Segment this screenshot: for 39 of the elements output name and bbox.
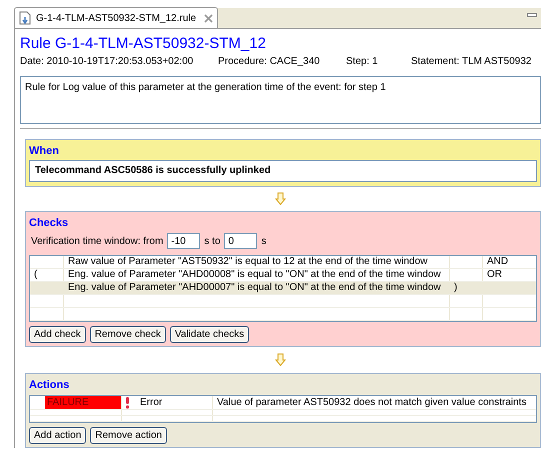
severity-text: Error bbox=[140, 396, 162, 409]
field-label: Verification time window: from bbox=[31, 234, 164, 248]
down-arrow-icon bbox=[275, 192, 286, 206]
exclamation-icon bbox=[125, 396, 130, 408]
table-cell: ( bbox=[30, 269, 64, 281]
table-cell: ) bbox=[450, 282, 483, 294]
condition-field: Telecommand ASC50586 is successfully uplinked bbox=[29, 160, 537, 182]
action-button[interactable]: Remove action bbox=[90, 427, 167, 444]
table-cell: Eng. value of Parameter "AHD00007" is equal to "ON" at the end of the time window bbox=[64, 282, 450, 294]
status-label: FAILURE bbox=[45, 396, 121, 409]
section-heading: Actions bbox=[29, 378, 70, 392]
from-field[interactable]: -10 bbox=[167, 233, 200, 249]
unit-label: s bbox=[261, 234, 266, 248]
table-cell-text: OR bbox=[486, 269, 503, 281]
table-cell-text: Value of parameter AST50932 does not match given value constraints bbox=[216, 396, 528, 409]
info-text: Step: 1 bbox=[346, 56, 379, 68]
minimize-icon[interactable] bbox=[527, 13, 537, 17]
action-button[interactable]: Validate checks bbox=[170, 326, 250, 343]
section-heading: Checks bbox=[29, 216, 70, 230]
down-arrow-icon bbox=[275, 353, 286, 367]
table-cell: Eng. value of Parameter "AHD00008" is equal to "ON" at the end of the time window bbox=[64, 269, 450, 281]
info-text: Statement: TLM AST50932 bbox=[411, 56, 532, 68]
table-row[interactable]: Raw value of Parameter "AST50932" is equal to 12 at the end of the time window AND bbox=[30, 256, 536, 269]
close-icon[interactable] bbox=[204, 14, 214, 22]
section-heading: When bbox=[29, 144, 60, 158]
document-icon bbox=[19, 11, 32, 25]
table-cell-text: AND bbox=[486, 256, 510, 268]
table-row[interactable]: Eng. value of Parameter "AHD00007" is equal to "ON" at the end of the time window ) bbox=[30, 282, 536, 295]
info-text: Date: 2010-10-19T17:20:53.053+02:00 bbox=[20, 56, 194, 68]
action-button[interactable]: Remove check bbox=[90, 326, 166, 343]
editor-tab[interactable]: G-1-4-TLM-AST50932-STM_12.rule bbox=[14, 7, 218, 28]
action-button[interactable]: Add action bbox=[29, 427, 86, 444]
table-cell: Raw value of Parameter "AST50932" is equal to 12 at the end of the time window bbox=[64, 256, 450, 268]
action-button[interactable]: Add check bbox=[29, 326, 86, 343]
description-field[interactable]: Rule for Log value of this parameter at the generation time of the event: for step 1 bbox=[20, 76, 541, 124]
info-text: Procedure: CACE_340 bbox=[218, 56, 321, 68]
rule-title: Rule G-1-4-TLM-AST50932-STM_12 bbox=[20, 34, 267, 54]
field-label: s to bbox=[204, 234, 220, 248]
to-field[interactable]: 0 bbox=[224, 233, 258, 249]
